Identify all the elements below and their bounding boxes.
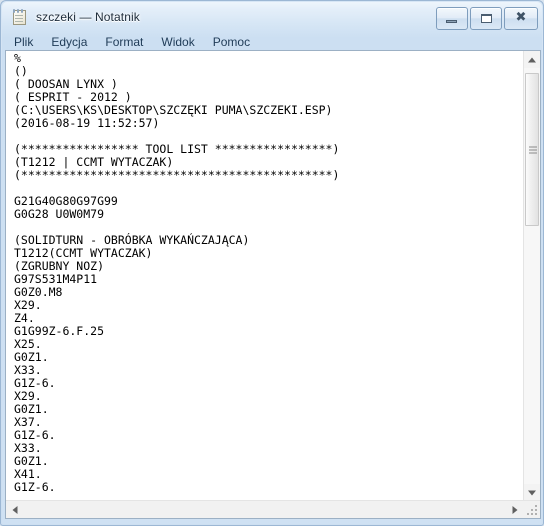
menu-item-edycja[interactable]: Edycja — [42, 33, 96, 52]
minimize-button[interactable] — [436, 7, 468, 30]
menu-item-widok[interactable]: Widok — [152, 33, 203, 52]
notepad-window: szczeki — Notatnik ✖ Plik Edycja Format … — [0, 0, 544, 526]
scroll-up-arrow[interactable] — [524, 51, 540, 68]
minimize-icon — [446, 20, 457, 23]
horizontal-scrollbar[interactable] — [6, 500, 540, 518]
scroll-right-arrow[interactable] — [506, 501, 523, 518]
close-button[interactable]: ✖ — [504, 7, 538, 30]
window-controls: ✖ — [436, 7, 538, 30]
vertical-scroll-thumb[interactable] — [525, 73, 539, 226]
close-icon: ✖ — [515, 10, 527, 25]
scroll-thumb-grip — [529, 146, 537, 153]
vertical-scrollbar[interactable] — [523, 51, 540, 501]
menu-item-format[interactable]: Format — [96, 33, 152, 52]
editor-frame: % () ( DOOSAN LYNX ) ( ESPRIT - 2012 ) (… — [5, 50, 541, 519]
maximize-button[interactable] — [470, 7, 502, 30]
menu-bar: Plik Edycja Format Widok Pomoc — [5, 32, 541, 52]
menu-item-plik[interactable]: Plik — [5, 33, 42, 52]
scroll-down-arrow[interactable] — [524, 484, 540, 501]
title-bar[interactable]: szczeki — Notatnik ✖ — [2, 2, 544, 32]
scroll-left-arrow[interactable] — [6, 501, 23, 518]
text-editor[interactable]: % () ( DOOSAN LYNX ) ( ESPRIT - 2012 ) (… — [6, 51, 510, 501]
window-title: szczeki — Notatnik — [36, 10, 140, 24]
window-resize-grip[interactable] — [523, 501, 540, 518]
maximize-icon — [481, 14, 492, 23]
notepad-icon — [11, 8, 28, 26]
menu-item-pomoc[interactable]: Pomoc — [204, 33, 259, 52]
